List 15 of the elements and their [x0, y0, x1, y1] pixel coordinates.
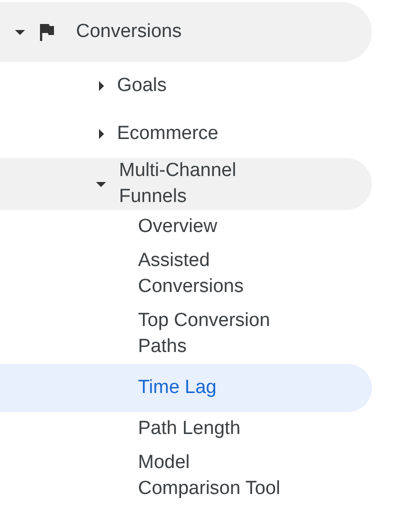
- caret-icon[interactable]: [96, 182, 106, 186]
- nav-item[interactable]: Conversions: [0, 2, 372, 62]
- nav-item[interactable]: Goals: [0, 62, 372, 110]
- nav-item[interactable]: Overview: [0, 210, 372, 244]
- nav-item[interactable]: Ecommerce: [0, 110, 372, 158]
- caret-icon[interactable]: [99, 81, 104, 91]
- nav-item[interactable]: Assisted Conversions: [0, 244, 372, 304]
- nav-item[interactable]: Path Length: [0, 412, 372, 446]
- nav-item[interactable]: Top Conversion Paths: [0, 304, 372, 364]
- caret-icon[interactable]: [99, 129, 104, 139]
- nav-item[interactable]: Multi-Channel Funnels: [0, 158, 372, 210]
- nav-item[interactable]: Model Comparison Tool: [0, 446, 372, 506]
- flag-icon: [40, 24, 54, 40]
- caret-icon[interactable]: [15, 30, 25, 34]
- nav-item[interactable]: Time Lag: [0, 364, 372, 412]
